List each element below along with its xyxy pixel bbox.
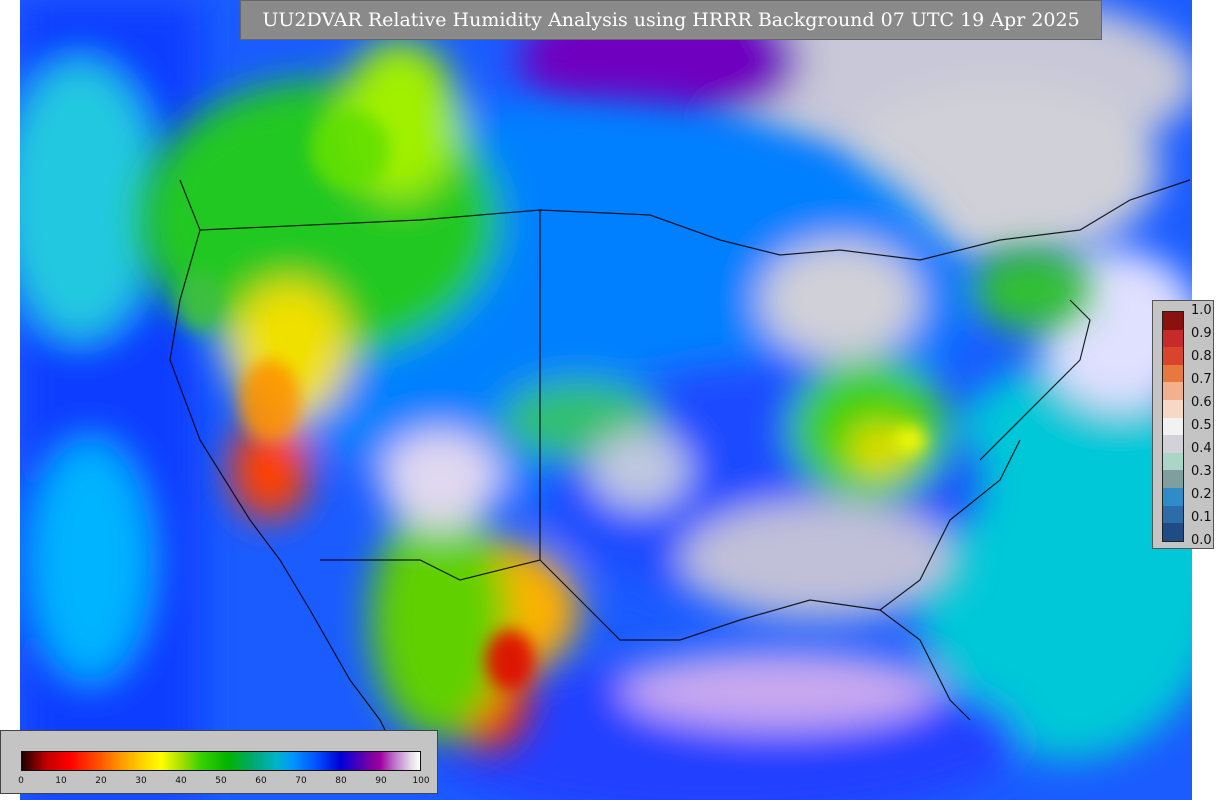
colorbar-tick-label: 50 <box>215 776 227 786</box>
station-legend-swatch <box>1163 364 1183 383</box>
station-legend-swatch <box>1163 505 1183 524</box>
humidity-colorbar: 0 10 20 30 40 50 60 70 80 90 100 <box>0 730 438 794</box>
station-legend-swatch <box>1163 347 1183 365</box>
station-legend-swatch <box>1163 523 1183 541</box>
station-legend-swatch <box>1163 312 1183 330</box>
station-legend-label: 0.7 <box>1191 372 1212 387</box>
station-legend-label: 0.3 <box>1191 464 1212 479</box>
colorbar-tick-label: 80 <box>335 776 347 786</box>
station-legend-label: 0.6 <box>1191 395 1212 410</box>
station-legend-bar <box>1162 311 1184 542</box>
colorbar-tick-label: 70 <box>295 776 307 786</box>
station-legend-label: 0.5 <box>1191 418 1212 433</box>
station-legend-swatch <box>1163 470 1183 489</box>
colorbar-tick-label: 60 <box>255 776 267 786</box>
colorbar-tick-label: 0 <box>18 776 24 786</box>
station-legend-swatch <box>1163 417 1183 436</box>
humidity-colorbar-gradient <box>21 751 421 771</box>
colorbar-tick-label: 30 <box>135 776 147 786</box>
map-canvas <box>20 0 1192 800</box>
station-legend-swatch <box>1163 329 1183 348</box>
station-legend-label: 0.8 <box>1191 349 1212 364</box>
colorbar-tick-label: 20 <box>95 776 107 786</box>
station-legend-swatch <box>1163 435 1183 453</box>
station-legend-label: 0.9 <box>1191 326 1212 341</box>
station-legend-label: 0.1 <box>1191 510 1212 525</box>
colorbar-tick-label: 100 <box>412 776 430 786</box>
colorbar-tick-label: 90 <box>375 776 387 786</box>
station-legend-swatch <box>1163 488 1183 506</box>
station-legend: 1.0 0.9 0.8 0.7 0.6 0.5 0.4 0.3 0.2 0.1 0.0 <box>1152 300 1214 549</box>
colorbar-tick-label: 10 <box>55 776 67 786</box>
station-legend-swatch <box>1163 452 1183 471</box>
station-legend-swatch <box>1163 400 1183 418</box>
humidity-map[interactable] <box>20 0 1192 800</box>
station-legend-label: 1.0 <box>1191 303 1212 318</box>
colorbar-tick-label: 40 <box>175 776 187 786</box>
station-legend-label: 0.2 <box>1191 487 1212 502</box>
station-legend-label: 0.4 <box>1191 441 1212 456</box>
station-legend-swatch <box>1163 382 1183 401</box>
station-legend-label: 0.0 <box>1191 533 1212 548</box>
map-title: UU2DVAR Relative Humidity Analysis using… <box>240 0 1102 40</box>
